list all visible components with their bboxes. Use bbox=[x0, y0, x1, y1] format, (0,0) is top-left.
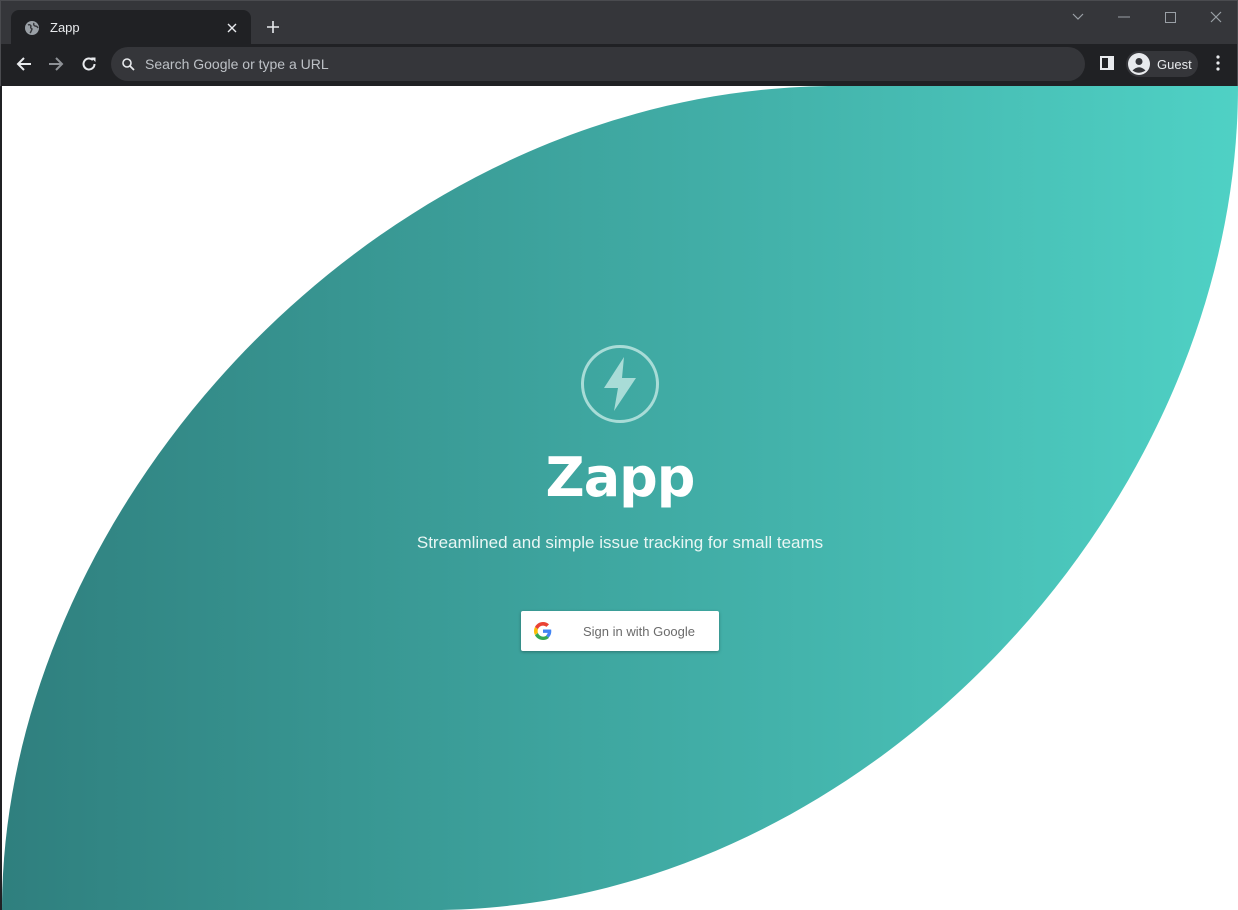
maximize-icon bbox=[1164, 11, 1176, 23]
address-bar[interactable] bbox=[111, 47, 1085, 81]
browser-menu-button[interactable] bbox=[1206, 51, 1230, 75]
reload-button[interactable] bbox=[75, 50, 103, 78]
minimize-icon bbox=[1118, 16, 1130, 18]
profile-button[interactable]: Guest bbox=[1126, 51, 1198, 77]
plus-icon bbox=[267, 21, 279, 33]
close-icon bbox=[1210, 11, 1222, 23]
tab-title: Zapp bbox=[50, 20, 80, 35]
page-title: Zapp bbox=[545, 446, 696, 509]
search-icon bbox=[122, 57, 135, 71]
tab-close-icon[interactable] bbox=[223, 19, 241, 37]
side-panel-icon bbox=[1100, 56, 1114, 70]
tab-search-button[interactable] bbox=[1063, 5, 1093, 29]
hero-section: Zapp Streamlined and simple issue tracki… bbox=[2, 86, 1238, 910]
chevron-down-icon bbox=[1072, 13, 1084, 20]
forward-button[interactable] bbox=[42, 50, 70, 78]
more-vert-icon bbox=[1216, 55, 1220, 71]
lightning-bolt-icon bbox=[581, 345, 659, 423]
maximize-button[interactable] bbox=[1155, 5, 1185, 29]
google-g-icon bbox=[534, 622, 552, 640]
browser-toolbar: Guest bbox=[0, 44, 1238, 86]
close-window-button[interactable] bbox=[1201, 5, 1231, 29]
google-signin-label: Sign in with Google bbox=[583, 623, 696, 639]
arrow-right-icon bbox=[49, 57, 64, 71]
browser-tab[interactable]: Zapp bbox=[11, 10, 251, 45]
page-subtitle: Streamlined and simple issue tracking fo… bbox=[416, 533, 824, 552]
new-tab-button[interactable] bbox=[261, 15, 285, 39]
minimize-button[interactable] bbox=[1109, 5, 1139, 29]
page-viewport: Zapp Streamlined and simple issue tracki… bbox=[2, 86, 1238, 910]
reload-icon bbox=[82, 57, 96, 71]
address-input[interactable] bbox=[145, 56, 1085, 72]
avatar-icon bbox=[1128, 53, 1150, 75]
globe-icon bbox=[24, 20, 40, 36]
google-signin-button[interactable]: Sign in with Google bbox=[521, 611, 719, 651]
back-button[interactable] bbox=[10, 50, 38, 78]
side-panel-button[interactable] bbox=[1095, 51, 1119, 75]
arrow-left-icon bbox=[16, 57, 31, 71]
browser-titlebar: Zapp bbox=[0, 0, 1238, 45]
profile-label: Guest bbox=[1157, 56, 1192, 72]
